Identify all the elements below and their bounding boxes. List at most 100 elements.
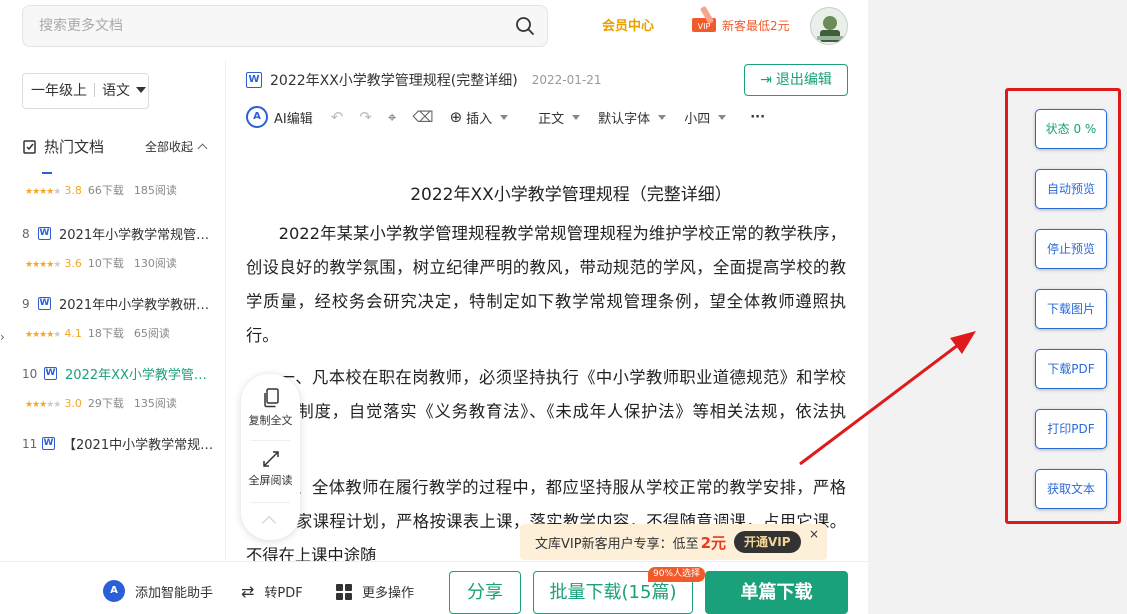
copy-all-button[interactable]: 复制全文 xyxy=(241,388,300,428)
copy-icon xyxy=(263,388,279,408)
ai-assistant-icon: A xyxy=(103,580,125,602)
chevron-up-icon xyxy=(197,143,208,154)
doc-header: W 2022年XX小学教学管理规程(完整详细) 2022-01-21 xyxy=(246,70,601,90)
rating-stars-icon: ★★★★★ xyxy=(25,400,61,410)
promo-price: 2元 xyxy=(700,533,727,552)
list-item-active[interactable]: 10 W 2022年XX小学教学管理规程 ★★★★★3.029下载135阅读 xyxy=(22,364,222,411)
doc-rank: 11 xyxy=(22,436,38,451)
share-button[interactable]: 分享 xyxy=(449,571,521,614)
vip-promo-bar[interactable]: 文库VIP新客用户专享：低至 2元 开通VIP × xyxy=(520,524,827,560)
open-vip-button[interactable]: 开通VIP xyxy=(734,531,801,553)
sidebar-divider xyxy=(225,60,226,560)
document-check-icon xyxy=(23,139,36,154)
rating-stars-icon: ★★★★★ xyxy=(25,187,61,197)
vip-center-link[interactable]: 会员中心 xyxy=(602,15,654,34)
single-download-button[interactable]: 单篇下载 xyxy=(705,571,848,614)
document-paragraph: 2022年某某小学教学管理规程教学常规管理规程为维护学校正常的教学秩序，创设良好… xyxy=(246,224,846,345)
doc-title[interactable]: 【2021中小学教学常规管理 xyxy=(63,434,215,453)
doc-title[interactable]: 2022年XX小学教学管理规程 xyxy=(65,364,215,383)
convert-icon: ⇄ xyxy=(241,582,255,601)
rating-stars-icon: ★★★★★ xyxy=(25,260,61,270)
panel-divider xyxy=(251,502,290,503)
hot-docs-title: 热门文档 xyxy=(22,136,104,157)
close-icon[interactable]: × xyxy=(809,527,819,541)
document-paragraph: 一、凡本校在职在岗教师，必须坚持执行《中小学教师职业道德规范》和学校的规章制度，… xyxy=(246,368,846,455)
vip-ticket-icon[interactable]: VIP xyxy=(690,4,720,38)
hot-docs-label: 热门文档 xyxy=(44,138,105,156)
doc-meta: ★★★★★ 3.0 29下载 135阅读 xyxy=(25,397,177,410)
doc-date: 2022-01-21 xyxy=(531,73,602,87)
promo-text: 文库VIP新客用户专享：低至 xyxy=(535,536,699,552)
doc-header-title: 2022年XX小学教学管理规程(完整详细) xyxy=(270,73,518,89)
editor-toolbar: A AI编辑 ↶ ↷ ⌖ ⌫ ⊕ 插入 正文 默认字体 小四 ··· xyxy=(246,104,852,130)
download-image-button[interactable]: 下载图片 xyxy=(1035,289,1107,329)
more-actions-button[interactable]: 更多操作 xyxy=(336,582,414,601)
vip-promo-text[interactable]: 新客最低2元 xyxy=(722,17,790,34)
fullscreen-read-button[interactable]: 全屏阅读 xyxy=(241,450,300,488)
eraser-icon[interactable]: ⌫ xyxy=(412,108,433,126)
word-doc-icon: W xyxy=(38,297,51,310)
doc-meta: ★★★★★ 4.1 18下载 65阅读 xyxy=(25,327,170,340)
word-doc-icon: W xyxy=(42,437,55,450)
caret-down-icon xyxy=(136,87,146,93)
doc-rank: 9 xyxy=(22,296,30,311)
search-icon[interactable] xyxy=(515,16,535,36)
auto-preview-button[interactable]: 自动预览 xyxy=(1035,169,1107,209)
exit-icon: ⇥ xyxy=(760,72,772,88)
status-badge[interactable]: 状态 0 % xyxy=(1035,109,1107,149)
more-options-button[interactable]: ··· xyxy=(750,110,765,125)
grade-label: 一年级上 xyxy=(31,83,87,99)
grade-subject-select[interactable]: 一年级上 语文 xyxy=(22,73,149,109)
word-doc-icon: W xyxy=(38,227,51,240)
search-box[interactable] xyxy=(22,5,548,47)
list-item[interactable]: ★★★★★ 3.8 66下载 185阅读 xyxy=(22,172,222,198)
collapse-all-button[interactable]: 全部收起 xyxy=(145,138,208,155)
rating-stars-icon: ★★★★★ xyxy=(25,330,61,340)
add-ai-assistant-button[interactable]: A 添加智能助手 xyxy=(103,580,213,602)
doc-title[interactable]: 2021年小学教学常规管理制度 xyxy=(59,224,219,243)
doc-title[interactable]: 2021年中小学教学教研工作计划 xyxy=(59,294,219,313)
document-content[interactable]: 2022年XX小学教学管理规程（完整详细） 2022年某某小学教学管理规程教学常… xyxy=(246,180,846,581)
caret-down-icon xyxy=(572,114,581,120)
ai-edit-button[interactable]: A AI编辑 xyxy=(246,106,313,128)
to-pdf-button[interactable]: ⇄ 转PDF xyxy=(241,582,303,601)
subject-label: 语文 xyxy=(102,83,130,99)
caret-down-icon xyxy=(500,114,509,120)
font-size-select[interactable]: 小四 xyxy=(684,108,727,127)
insert-menu[interactable]: ⊕ 插入 xyxy=(450,108,509,127)
chevron-right-icon[interactable]: › xyxy=(0,330,5,344)
caret-down-icon xyxy=(658,114,667,120)
word-doc-icon: W xyxy=(246,72,262,88)
list-item[interactable]: 8 W 2021年小学教学常规管理制度 ★★★★★ 3.6 10下载 130阅读 xyxy=(22,224,222,271)
list-item[interactable]: 9W 2021年中小学教学教研工作计划 ★★★★★4.118下载65阅读 xyxy=(22,294,222,341)
word-doc-icon: W xyxy=(44,367,57,380)
grid-icon xyxy=(336,583,352,600)
font-family-select[interactable]: 默认字体 xyxy=(598,108,667,127)
exit-edit-button[interactable]: ⇥ 退出编辑 xyxy=(744,64,848,96)
download-pdf-button[interactable]: 下载PDF xyxy=(1035,349,1107,389)
vip-badge-text: VIP xyxy=(698,22,711,31)
doc-meta: ★★★★★ 3.8 66下载 185阅读 xyxy=(25,184,177,197)
search-input[interactable] xyxy=(39,6,499,46)
scroll-marker xyxy=(42,172,52,174)
redo-icon[interactable]: ↷ xyxy=(359,108,372,126)
panel-divider xyxy=(251,440,290,441)
print-pdf-button[interactable]: 打印PDF xyxy=(1035,409,1107,449)
doc-rank: 8 xyxy=(22,226,30,241)
avatar[interactable] xyxy=(810,7,848,45)
batch-popular-badge: 90%人选择 xyxy=(648,567,706,582)
plus-circle-icon: ⊕ xyxy=(449,108,463,126)
doc-rank: 10 xyxy=(22,366,38,381)
document-title: 2022年XX小学教学管理规程（完整详细） xyxy=(410,185,732,205)
undo-icon[interactable]: ↶ xyxy=(331,108,344,126)
chevron-up-icon[interactable] xyxy=(261,515,277,531)
list-item[interactable]: 11 W 【2021中小学教学常规管理 xyxy=(22,434,222,454)
ai-logo-icon: A xyxy=(246,106,268,128)
stop-preview-button[interactable]: 停止预览 xyxy=(1035,229,1107,269)
paragraph-style-select[interactable]: 正文 xyxy=(538,108,581,127)
floating-tool-panel: 复制全文 全屏阅读 xyxy=(241,374,300,540)
get-text-button[interactable]: 获取文本 xyxy=(1035,469,1107,509)
expand-icon xyxy=(262,451,279,467)
format-painter-icon[interactable]: ⌖ xyxy=(388,108,396,126)
doc-meta: ★★★★★ 3.6 10下载 130阅读 xyxy=(25,257,177,270)
